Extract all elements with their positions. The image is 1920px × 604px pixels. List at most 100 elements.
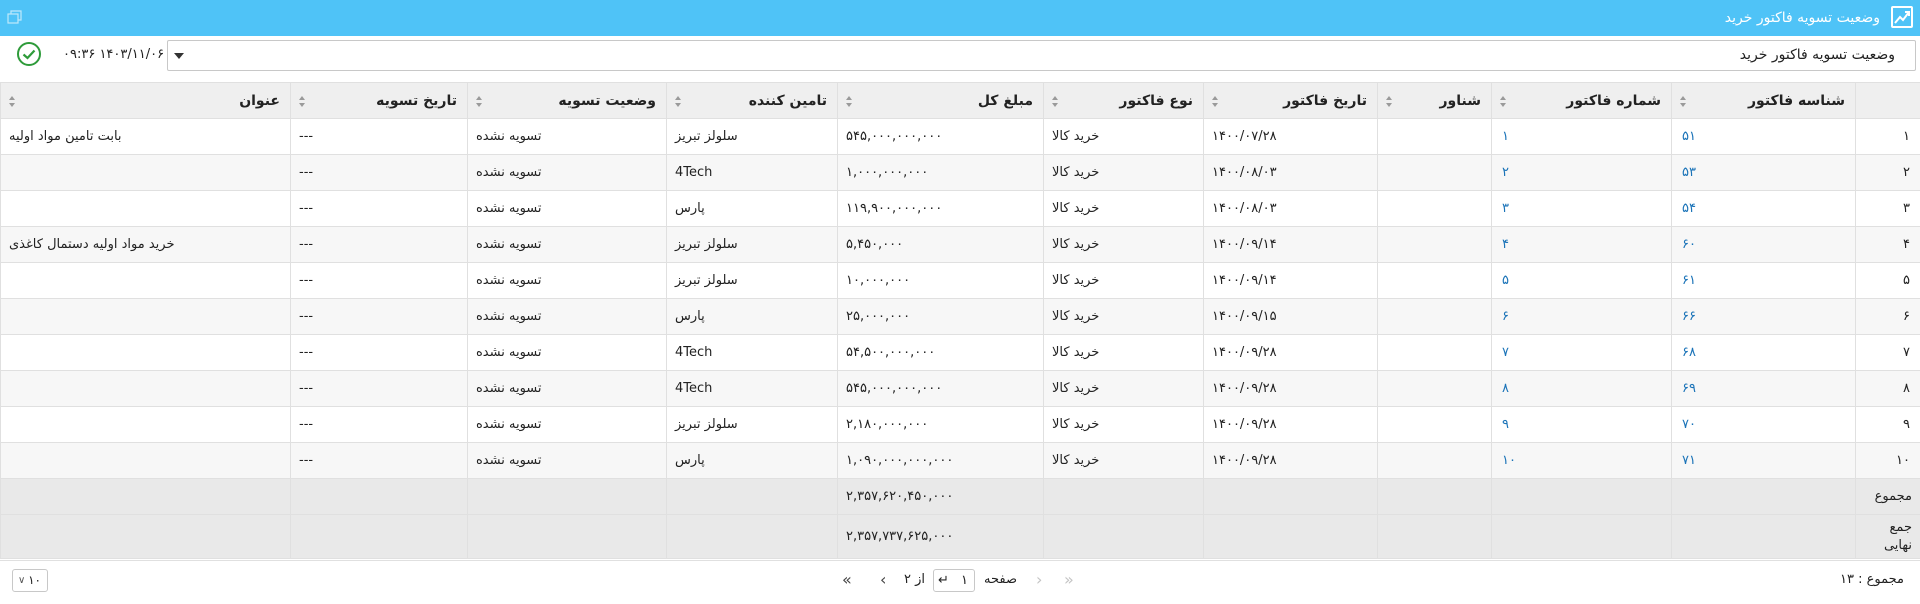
title-cell (0, 262, 291, 299)
next-page-icon[interactable]: ‹ (880, 561, 886, 599)
sort-icon[interactable] (844, 95, 854, 108)
invoice-date-cell: ۱۴۰۰/۰۹/۲۸ (1203, 334, 1378, 371)
total-count: مجموع : ۱۳ (1840, 572, 1904, 587)
title-cell (0, 370, 291, 407)
final-sum-label: جمع نهایی (1855, 514, 1920, 559)
float-cell (1377, 442, 1492, 479)
invoice-type-cell: خرید کالا (1043, 226, 1204, 263)
invoice-id-link[interactable]: ۵۴ (1671, 190, 1856, 227)
page-size-select[interactable]: ۱۰ ∨ (12, 569, 48, 592)
table-row[interactable]: ۳ ۵۴ ۳ ۱۴۰۰/۰۸/۰۳ خرید کالا ۱۱۹,۹۰۰,۰۰۰,۰۰۰ پا… (0, 190, 1920, 227)
invoice-number-link[interactable]: ۴ (1491, 226, 1672, 263)
last-page-icon[interactable]: « (842, 561, 852, 599)
pager: مجموع : ۱۳ » › صفحه ۱ ↵ از ۲ ‹ « ۱۰ ∨ (0, 560, 1920, 598)
invoice-number-link[interactable]: ۱۰ (1491, 442, 1672, 479)
supplier-cell: سلولز تبریز (666, 118, 838, 155)
supplier-cell: 4Tech (666, 370, 838, 407)
status-cell: تسویه نشده (467, 154, 667, 191)
restore-icon[interactable] (7, 10, 23, 24)
table-row[interactable]: ۶ ۶۶ ۶ ۱۴۰۰/۰۹/۱۵ خرید کالا ۲۵,۰۰۰,۰۰۰ پارس تسو… (0, 298, 1920, 335)
settle-date-cell: --- (290, 298, 468, 335)
column-header[interactable]: تاریخ تسویه (290, 82, 468, 119)
chevron-down-icon (174, 53, 184, 59)
invoice-id-link[interactable]: ۷۱ (1671, 442, 1856, 479)
column-header[interactable]: تاریخ فاکتور (1203, 82, 1378, 119)
table-row[interactable]: ۴ ۶۰ ۴ ۱۴۰۰/۰۹/۱۴ خرید کالا ۵,۴۵۰,۰۰۰ سلولز تب… (0, 226, 1920, 263)
settle-date-cell: --- (290, 190, 468, 227)
invoice-date-cell: ۱۴۰۰/۰۹/۱۴ (1203, 226, 1378, 263)
invoice-id-link[interactable]: ۷۰ (1671, 406, 1856, 443)
table-row[interactable]: ۷ ۶۸ ۷ ۱۴۰۰/۰۹/۲۸ خرید کالا ۵۴,۵۰۰,۰۰۰,۰۰۰ 4Te… (0, 334, 1920, 371)
column-header[interactable]: شناسه فاکتور (1671, 82, 1856, 119)
sort-icon[interactable] (1210, 95, 1220, 108)
column-header[interactable]: شناور (1377, 82, 1492, 119)
title-bar: وضعیت تسویه فاکتور خرید (0, 0, 1920, 36)
chart-icon (1891, 6, 1913, 28)
table-row[interactable]: ۵ ۶۱ ۵ ۱۴۰۰/۰۹/۱۴ خرید کالا ۱۰,۰۰۰,۰۰۰ سلولز ت… (0, 262, 1920, 299)
invoice-number-link[interactable]: ۳ (1491, 190, 1672, 227)
column-header[interactable]: مبلغ کل (837, 82, 1044, 119)
float-cell (1377, 262, 1492, 299)
title-cell: خرید مواد اولیه دستمال کاغذی (0, 226, 291, 263)
amount-cell: ۱۱۹,۹۰۰,۰۰۰,۰۰۰ (837, 190, 1044, 227)
amount-cell: ۱,۰۹۰,۰۰۰,۰۰۰,۰۰۰ (837, 442, 1044, 479)
sort-icon[interactable] (297, 95, 307, 108)
invoice-id-link[interactable]: ۶۰ (1671, 226, 1856, 263)
invoice-number-link[interactable]: ۶ (1491, 298, 1672, 335)
invoice-id-link[interactable]: ۶۸ (1671, 334, 1856, 371)
column-header[interactable]: وضعیت تسویه (467, 82, 667, 119)
invoice-type-cell: خرید کالا (1043, 406, 1204, 443)
invoice-number-link[interactable]: ۸ (1491, 370, 1672, 407)
invoice-type-cell: خرید کالا (1043, 442, 1204, 479)
sort-icon[interactable] (474, 95, 484, 108)
invoice-grid: شناسه فاکتور شماره فاکتور شناور تاریخ فا… (0, 82, 1920, 559)
title-cell (0, 406, 291, 443)
amount-cell: ۵۴,۵۰۰,۰۰۰,۰۰۰ (837, 334, 1044, 371)
table-row[interactable]: ۸ ۶۹ ۸ ۱۴۰۰/۰۹/۲۸ خرید کالا ۵۴۵,۰۰۰,۰۰۰,۰۰۰ 4T… (0, 370, 1920, 407)
invoice-date-cell: ۱۴۰۰/۰۹/۱۴ (1203, 262, 1378, 299)
sort-icon[interactable] (1498, 95, 1508, 108)
table-row[interactable]: ۹ ۷۰ ۹ ۱۴۰۰/۰۹/۲۸ خرید کالا ۲,۱۸۰,۰۰۰,۰۰۰ سلول… (0, 406, 1920, 443)
invoice-id-link[interactable]: ۶۶ (1671, 298, 1856, 335)
row-number: ۹ (1855, 406, 1920, 443)
table-row[interactable]: ۱۰ ۷۱ ۱۰ ۱۴۰۰/۰۹/۲۸ خرید کالا ۱,۰۹۰,۰۰۰,۰۰۰,۰… (0, 442, 1920, 479)
invoice-number-link[interactable]: ۷ (1491, 334, 1672, 371)
first-page-icon[interactable]: » (1064, 561, 1074, 599)
sort-icon[interactable] (1050, 95, 1060, 108)
invoice-number-link[interactable]: ۲ (1491, 154, 1672, 191)
settle-date-cell: --- (290, 442, 468, 479)
sort-icon[interactable] (1678, 95, 1688, 108)
invoice-id-link[interactable]: ۶۹ (1671, 370, 1856, 407)
column-header[interactable]: شماره فاکتور (1491, 82, 1672, 119)
invoice-id-link[interactable]: ۵۱ (1671, 118, 1856, 155)
column-header[interactable]: نوع فاکتور (1043, 82, 1204, 119)
page-input-value: ۱ (961, 573, 968, 588)
row-number: ۱۰ (1855, 442, 1920, 479)
row-number: ۳ (1855, 190, 1920, 227)
title-cell (0, 190, 291, 227)
column-header[interactable]: تامین کننده (666, 82, 838, 119)
invoice-number-link[interactable]: ۱ (1491, 118, 1672, 155)
prev-page-icon[interactable]: › (1036, 561, 1042, 599)
sort-icon[interactable] (1384, 95, 1394, 108)
page-size-value: ۱۰ (28, 573, 41, 587)
check-circle-icon[interactable] (16, 41, 42, 67)
sort-icon[interactable] (7, 95, 17, 108)
report-select[interactable]: وضعیت تسویه فاکتور خرید (167, 40, 1916, 71)
invoice-id-link[interactable]: ۶۱ (1671, 262, 1856, 299)
page-input[interactable]: ۱ ↵ (933, 569, 975, 592)
float-cell (1377, 226, 1492, 263)
column-header[interactable]: عنوان (0, 82, 291, 119)
enter-icon[interactable]: ↵ (938, 570, 949, 591)
invoice-number-link[interactable]: ۹ (1491, 406, 1672, 443)
table-row[interactable]: ۱ ۵۱ ۱ ۱۴۰۰/۰۷/۲۸ خرید کالا ۵۴۵,۰۰۰,۰۰۰,۰۰۰ سل… (0, 118, 1920, 155)
title-cell: بابت تامین مواد اولیه (0, 118, 291, 155)
invoice-number-link[interactable]: ۵ (1491, 262, 1672, 299)
invoice-type-cell: خرید کالا (1043, 154, 1204, 191)
table-row[interactable]: ۲ ۵۳ ۲ ۱۴۰۰/۰۸/۰۳ خرید کالا ۱,۰۰۰,۰۰۰,۰۰۰ 4Tec… (0, 154, 1920, 191)
amount-cell: ۵۴۵,۰۰۰,۰۰۰,۰۰۰ (837, 118, 1044, 155)
sort-icon[interactable] (673, 95, 683, 108)
datetime-label: ۱۴۰۳/۱۱/۰۶ ۰۹:۳۶ (63, 47, 165, 62)
row-number: ۷ (1855, 334, 1920, 371)
invoice-id-link[interactable]: ۵۳ (1671, 154, 1856, 191)
